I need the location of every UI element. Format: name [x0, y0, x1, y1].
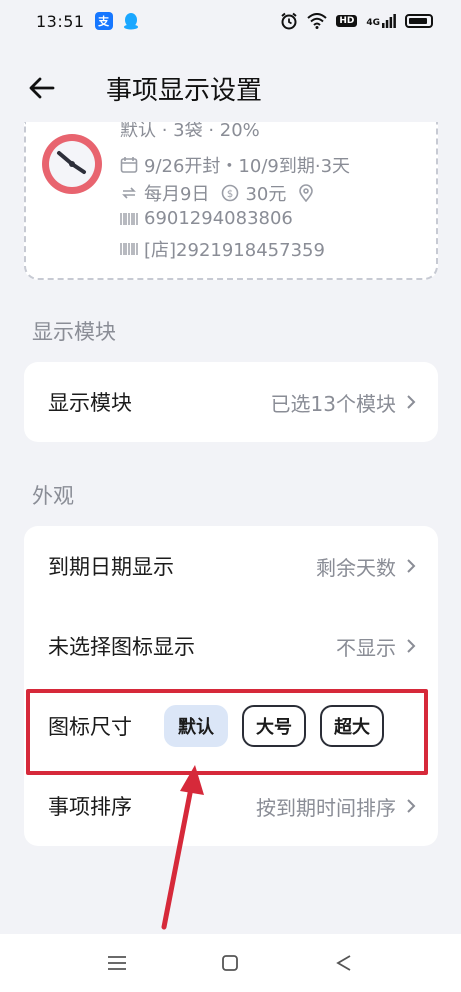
row-value-wrap: 剩余天数 [316, 552, 416, 581]
barcode-icon [120, 212, 138, 225]
row-value: 按到期时间排序 [256, 795, 396, 820]
page-title: 事项显示设置 [106, 76, 263, 106]
section-label-appearance: 外观 [32, 484, 74, 508]
calendar-icon [120, 157, 138, 173]
price-icon: $ [222, 184, 239, 202]
system-nav-bar [0, 934, 461, 992]
preview-line-0: 默认 · 3袋 · 20% [120, 122, 260, 142]
preview-barcode: 6901294083806 [144, 208, 293, 229]
back-button[interactable] [26, 68, 58, 108]
section-label-display: 显示模块 [32, 320, 116, 344]
appearance-group: 到期日期显示 剩余天数 未选择图标显示 不显示 图标尺寸 默认 大号 超大 事项… [24, 526, 438, 846]
icon-size-row: 图标尺寸 默认 大号 超大 [24, 686, 438, 766]
row-label: 到期日期显示 [48, 555, 174, 579]
preview-repeat: 每月9日 [144, 184, 210, 205]
icon-size-options: 默认 大号 超大 [164, 705, 384, 747]
row-label: 未选择图标显示 [48, 635, 195, 659]
network-type: 4G [366, 18, 380, 28]
signal-bars-icon [382, 14, 396, 28]
menu-icon[interactable] [105, 951, 129, 975]
row-value-wrap: 不显示 [336, 632, 416, 661]
status-bar: 13:51 支 HD 4G [0, 0, 461, 42]
icon-size-xlarge-chip[interactable]: 超大 [320, 705, 384, 747]
preview-line-2: 每月9日 $ 30元 [120, 180, 314, 206]
barcode-icon [120, 243, 138, 255]
repeat-icon [122, 187, 136, 199]
header: 事项显示设置 [0, 60, 461, 116]
row-label: 显示模块 [48, 391, 132, 415]
preview-store-code: [店]2921918457359 [144, 240, 325, 261]
alarm-icon [281, 12, 297, 30]
row-value-wrap: 按到期时间排序 [256, 792, 416, 821]
qq-icon [123, 13, 138, 30]
chevron-right-icon [407, 799, 416, 813]
unselected-icon-display-row[interactable]: 未选择图标显示 不显示 [24, 606, 438, 686]
icon-size-default-chip[interactable]: 默认 [164, 705, 228, 747]
preview-line-4: [店]2921918457359 [120, 236, 325, 262]
back-nav-icon[interactable] [332, 951, 356, 975]
alipay-icon: 支 [94, 12, 113, 30]
home-icon[interactable] [218, 951, 242, 975]
display-module-row[interactable]: 显示模块 已选13个模块 [24, 362, 438, 442]
wifi-icon [307, 13, 327, 29]
svg-text:$: $ [227, 189, 233, 200]
row-value: 不显示 [336, 635, 396, 660]
battery-icon [405, 14, 433, 28]
preview-price: 30元 [245, 184, 287, 205]
row-label: 事项排序 [48, 795, 132, 819]
hd-badge: HD [336, 15, 358, 27]
row-value-wrap: 已选13个模块 [271, 388, 416, 417]
preview-line-3: 6901294083806 [120, 208, 293, 229]
chevron-right-icon [407, 559, 416, 573]
preview-dates: 9/26开封・10/9到期·3天 [144, 156, 351, 177]
preview-text-0: 默认 · 3袋 · 20% [120, 122, 260, 141]
row-label: 图标尺寸 [48, 715, 132, 739]
annotation-arrow [161, 765, 204, 930]
item-preview-card: 默认 · 3袋 · 20% 9/26开封・10/9到期·3天 每月9日 $ 30… [24, 122, 438, 280]
expiry-display-row[interactable]: 到期日期显示 剩余天数 [24, 526, 438, 606]
item-sort-row[interactable]: 事项排序 按到期时间排序 [24, 766, 438, 846]
back-arrow-icon [29, 77, 55, 99]
location-icon [299, 184, 314, 202]
row-value: 剩余天数 [316, 555, 396, 580]
preview-line-1: 9/26开封・10/9到期·3天 [120, 152, 350, 178]
clock-icon [42, 134, 102, 194]
icon-size-large-chip[interactable]: 大号 [242, 705, 306, 747]
chevron-right-icon [407, 639, 416, 653]
display-module-group: 显示模块 已选13个模块 [24, 362, 438, 442]
chevron-right-icon [407, 395, 416, 409]
cell-signal-icon: 4G [366, 14, 396, 28]
status-time: 13:51 [36, 11, 85, 31]
row-value: 已选13个模块 [270, 391, 396, 416]
